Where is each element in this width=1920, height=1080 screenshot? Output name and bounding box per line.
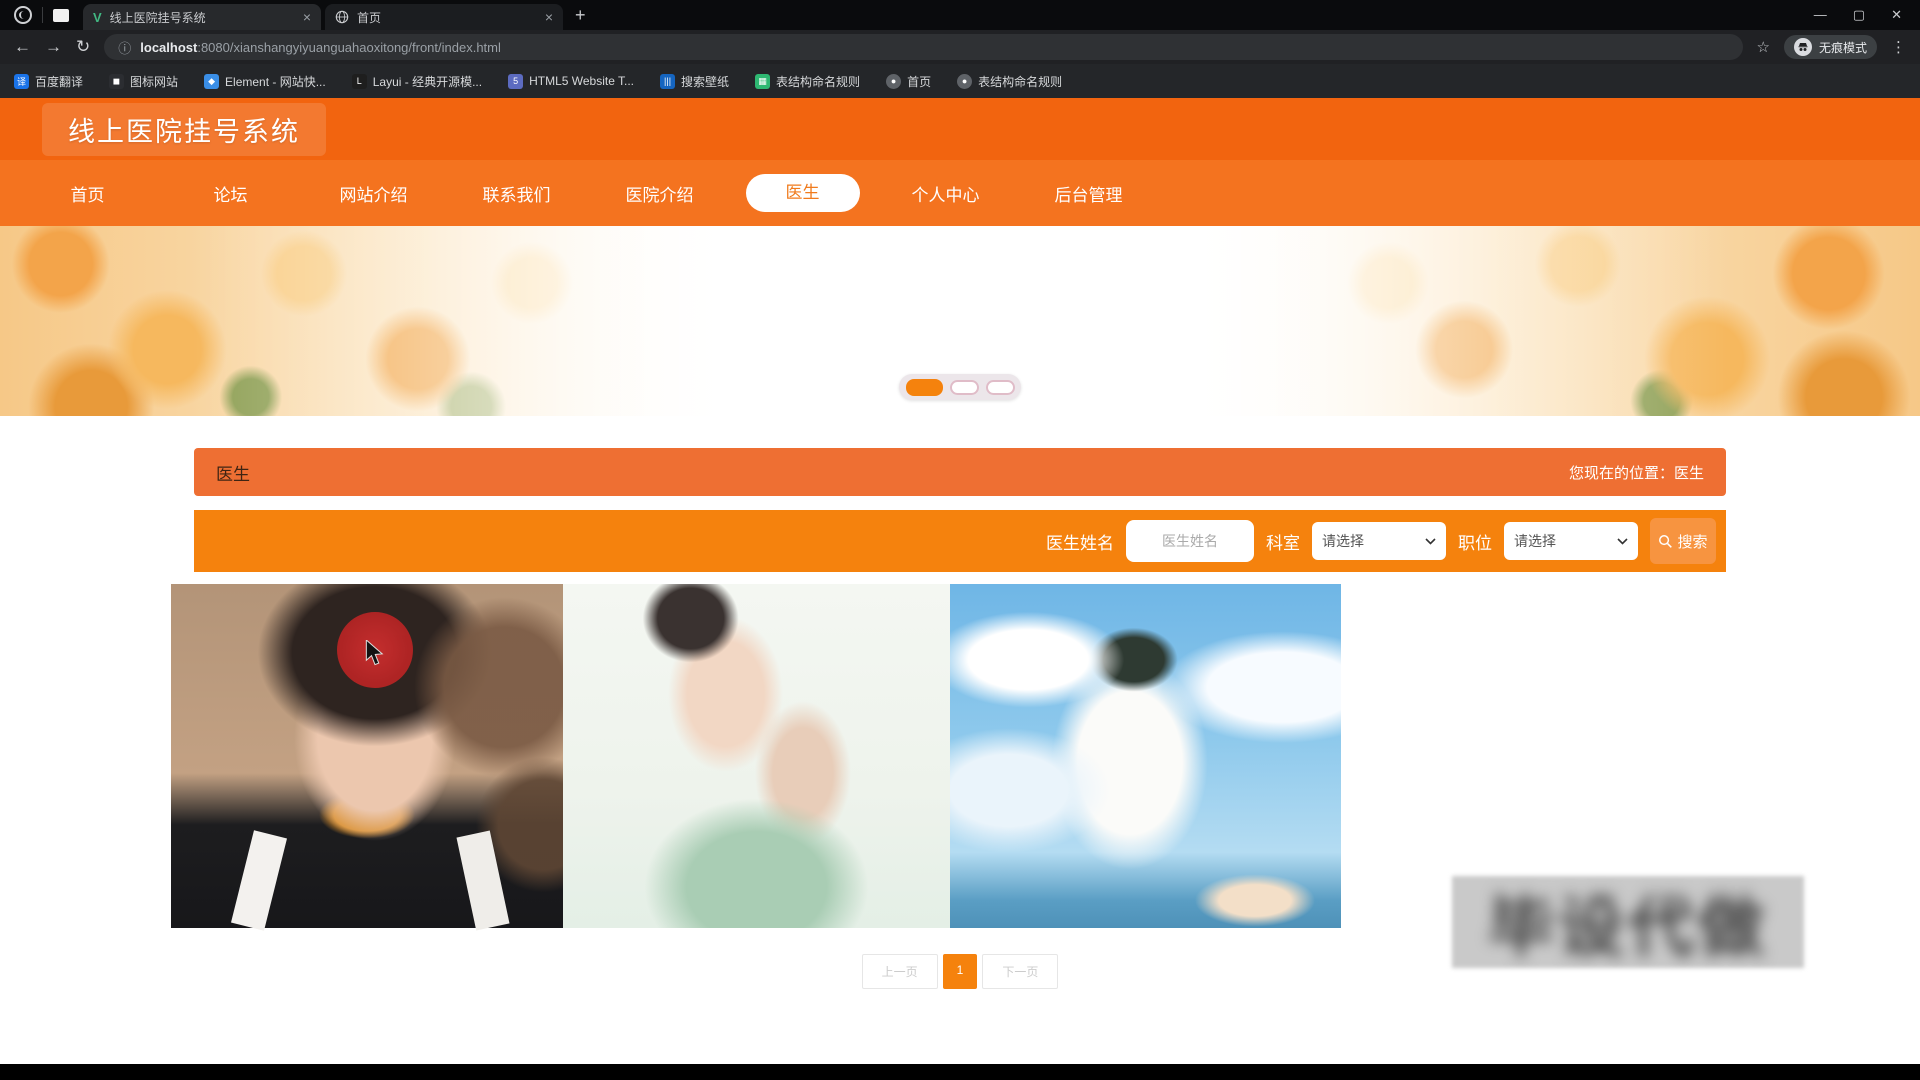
browser-address-bar: ← → ↻ ⓘ localhost:8080/xianshangyiyuangu…: [0, 30, 1920, 64]
site-title: 线上医院挂号系统: [68, 117, 300, 147]
breadcrumb-bar: 医生 您现在的位置：医生: [194, 448, 1726, 496]
translate-icon: 译: [14, 74, 29, 89]
bookmark-item[interactable]: ●首页: [886, 73, 931, 90]
url-text: localhost:8080/xianshangyiyuanguahaoxito…: [140, 40, 501, 55]
nav-item-doctor-active[interactable]: 医生: [731, 174, 874, 212]
site-logo-box: 线上医院挂号系统: [42, 103, 326, 156]
html5-icon: 5: [508, 74, 523, 89]
bookmark-item[interactable]: LLayui - 经典开源模...: [352, 73, 482, 90]
tab-title: 首页: [357, 9, 537, 26]
url-path: :8080/xianshangyiyuanguahaoxitong/front/…: [197, 40, 501, 55]
banner-carousel: [0, 226, 1920, 416]
layui-icon: L: [352, 74, 367, 89]
doctor-photo-3[interactable]: [950, 584, 1341, 928]
url-host: localhost: [140, 40, 197, 55]
carousel-dot-2[interactable]: [950, 380, 979, 395]
bookmark-icon: ◼: [109, 74, 124, 89]
bookmark-star-icon[interactable]: ☆: [1757, 38, 1770, 56]
bookmark-item[interactable]: ◼图标网站: [109, 73, 178, 90]
tab-title: 线上医院挂号系统: [110, 9, 295, 26]
maximize-button[interactable]: ▢: [1853, 7, 1865, 23]
job-title-label: 职位: [1458, 529, 1492, 554]
browser-menu-icon[interactable]: ⋮: [1891, 38, 1906, 56]
site-header: 线上医院挂号系统: [0, 98, 1920, 160]
carousel-dot-1-active[interactable]: [906, 379, 943, 396]
bookmark-item[interactable]: ◆Element - 网站快...: [204, 73, 326, 90]
next-page-button[interactable]: 下一页: [982, 954, 1058, 989]
nav-item-personal-center[interactable]: 个人中心: [874, 181, 1017, 206]
search-icon: [1658, 534, 1673, 549]
minimize-button[interactable]: —: [1814, 7, 1827, 23]
globe-icon: ●: [957, 74, 972, 89]
carousel-indicator: [899, 374, 1021, 400]
blurred-watermark: 毕设代做: [1452, 876, 1804, 968]
page-title: 医生: [216, 460, 250, 485]
element-icon: ◆: [204, 74, 219, 89]
bookmark-item[interactable]: ▦表结构命名规则: [755, 73, 860, 90]
incognito-label: 无痕模式: [1819, 39, 1867, 56]
letterbox-bar: [0, 1064, 1920, 1080]
globe-icon: ●: [886, 74, 901, 89]
department-label: 科室: [1266, 529, 1300, 554]
browser-tab-1[interactable]: V 线上医院挂号系统 ×: [83, 4, 321, 30]
nav-item-site-intro[interactable]: 网站介绍: [302, 181, 445, 206]
doctor-name-input[interactable]: [1126, 520, 1254, 562]
search-button[interactable]: 搜索: [1650, 518, 1716, 564]
current-page-indicator[interactable]: 1: [943, 954, 978, 989]
doc-icon: ▦: [755, 74, 770, 89]
job-title-select[interactable]: 请选择: [1504, 522, 1638, 560]
mouse-cursor-icon: [364, 640, 386, 666]
browser-logo-icon: [14, 6, 32, 24]
carousel-dot-3[interactable]: [986, 380, 1015, 395]
forward-button[interactable]: →: [45, 37, 62, 57]
chevron-down-icon: [1617, 534, 1628, 548]
incognito-badge: 无痕模式: [1784, 35, 1877, 59]
browser-tab-2[interactable]: 首页 ×: [325, 4, 563, 30]
new-tab-button[interactable]: +: [575, 5, 586, 26]
close-window-button[interactable]: ✕: [1891, 7, 1902, 23]
nav-item-hospital-intro[interactable]: 医院介绍: [588, 181, 731, 206]
prev-page-button[interactable]: 上一页: [862, 954, 938, 989]
doctor-photo-2[interactable]: [563, 584, 950, 928]
divider: [42, 7, 43, 23]
vue-v-icon: V: [93, 10, 102, 25]
nav-item-admin[interactable]: 后台管理: [1017, 181, 1160, 206]
bookmark-item[interactable]: ●表结构命名规则: [957, 73, 1062, 90]
doctor-search-bar: 医生姓名 科室 请选择 职位 请选择 搜索: [194, 510, 1726, 572]
bookmark-item[interactable]: |||搜索壁纸: [660, 73, 729, 90]
close-icon[interactable]: ×: [303, 9, 311, 25]
close-icon[interactable]: ×: [545, 9, 553, 25]
globe-icon: [335, 10, 349, 24]
incognito-icon: [1794, 38, 1812, 56]
doctor-name-label: 医生姓名: [1046, 529, 1114, 554]
bookmarks-bar: 译百度翻译 ◼图标网站 ◆Element - 网站快... LLayui - 经…: [0, 64, 1920, 98]
site-info-icon[interactable]: ⓘ: [118, 38, 131, 57]
department-select[interactable]: 请选择: [1312, 522, 1446, 560]
bookmark-item[interactable]: 5HTML5 Website T...: [508, 74, 634, 89]
screenshot-root: V 线上医院挂号系统 × 首页 × + — ▢ ✕ ← → ↻ ⓘ localh…: [0, 0, 1920, 1080]
chevron-down-icon: [1425, 534, 1436, 548]
pinned-tab-icon[interactable]: [53, 9, 69, 22]
browser-tab-strip: V 线上医院挂号系统 × 首页 × + — ▢ ✕: [0, 0, 1920, 30]
nav-item-home[interactable]: 首页: [16, 181, 159, 206]
nav-item-contact[interactable]: 联系我们: [445, 181, 588, 206]
reload-button[interactable]: ↻: [76, 37, 90, 57]
wallpaper-icon: |||: [660, 74, 675, 89]
url-field[interactable]: ⓘ localhost:8080/xianshangyiyuanguahaoxi…: [104, 34, 1742, 60]
back-button[interactable]: ←: [14, 37, 31, 57]
cursor-click-highlight: [337, 612, 413, 688]
nav-item-forum[interactable]: 论坛: [159, 181, 302, 206]
breadcrumb: 您现在的位置：医生: [1569, 462, 1704, 483]
main-nav: 首页 论坛 网站介绍 联系我们 医院介绍 医生 个人中心 后台管理: [0, 160, 1920, 226]
bookmark-item[interactable]: 译百度翻译: [14, 73, 83, 90]
